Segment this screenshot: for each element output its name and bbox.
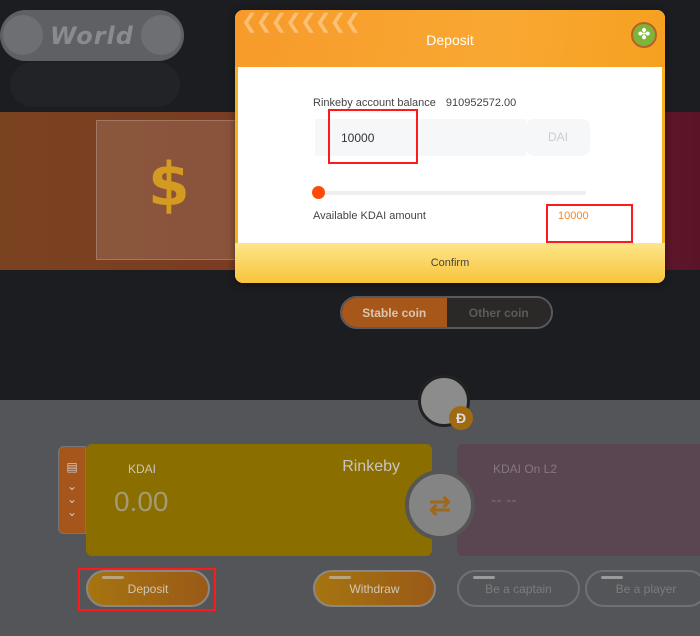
world-label: World bbox=[50, 21, 134, 50]
captain-label: Be a captain bbox=[485, 581, 552, 596]
tab-other-coin[interactable]: Other coin bbox=[446, 298, 551, 327]
globe-icon bbox=[3, 15, 43, 55]
token-balance: 0.00 bbox=[114, 486, 169, 517]
be-a-captain-button[interactable]: Be a captain bbox=[457, 570, 580, 607]
network-label: Rinkeby bbox=[342, 458, 400, 475]
modal-title: Deposit bbox=[426, 32, 474, 48]
l2-token-balance: -- -- bbox=[491, 492, 517, 509]
world-button[interactable]: World bbox=[0, 10, 184, 61]
l2-token-label: KDAI On L2 bbox=[493, 462, 558, 476]
modal-header: ❮❮❮❮❮❮❮❮ Deposit ✤ bbox=[235, 10, 665, 67]
rinkeby-balance-card: KDAI 0.00 Rinkeby bbox=[86, 444, 432, 556]
chevrons-down-icon: ⌄ ⌄ ⌄ bbox=[66, 479, 78, 519]
history-tab[interactable]: ▤ ⌄ ⌄ ⌄ bbox=[58, 446, 86, 534]
dai-icon: Đ bbox=[449, 406, 473, 430]
globe-icon bbox=[141, 15, 181, 55]
header-shadow bbox=[10, 62, 180, 107]
coin-type-tabs: Stable coin Other coin bbox=[340, 296, 553, 329]
dollar-icon: $ bbox=[148, 150, 190, 220]
unit-label: DAI bbox=[526, 119, 590, 156]
tab-stable-coin[interactable]: Stable coin bbox=[342, 298, 447, 327]
history-icon: ▤ bbox=[66, 460, 78, 474]
player-label: Be a player bbox=[615, 581, 677, 596]
highlight-box bbox=[328, 109, 418, 164]
close-icon[interactable]: ✤ bbox=[631, 22, 657, 48]
balance-row: Rinkeby account balance 910952572.00 bbox=[313, 97, 516, 109]
withdraw-label: Withdraw bbox=[349, 581, 400, 596]
highlight-box bbox=[78, 568, 216, 611]
highlight-box bbox=[546, 204, 633, 243]
available-label: Available KDAI amount bbox=[313, 210, 426, 222]
l2-balance-card: KDAI On L2 -- -- bbox=[457, 444, 700, 556]
kdai-coin-icon: Đ bbox=[418, 375, 473, 430]
chevrons-decoration-icon: ❮❮❮❮❮❮❮❮ bbox=[241, 11, 361, 33]
amount-slider[interactable] bbox=[312, 186, 586, 199]
slider-handle[interactable] bbox=[312, 186, 325, 199]
deposit-modal: ❮❮❮❮❮❮❮❮ Deposit ✤ Rinkeby account balan… bbox=[235, 10, 665, 283]
be-a-player-button[interactable]: Be a player bbox=[585, 570, 700, 607]
token-label: KDAI bbox=[128, 462, 157, 476]
withdraw-button[interactable]: Withdraw bbox=[313, 570, 436, 607]
balance-label: Rinkeby account balance bbox=[313, 97, 436, 109]
swap-icon[interactable]: ⇄ bbox=[405, 470, 475, 540]
modal-body: Rinkeby account balance910952572.00 DAI … bbox=[235, 67, 665, 243]
balance-value: 910952572.00 bbox=[445, 97, 517, 109]
confirm-button[interactable]: Confirm bbox=[235, 243, 665, 283]
confirm-label: Confirm bbox=[430, 257, 470, 269]
